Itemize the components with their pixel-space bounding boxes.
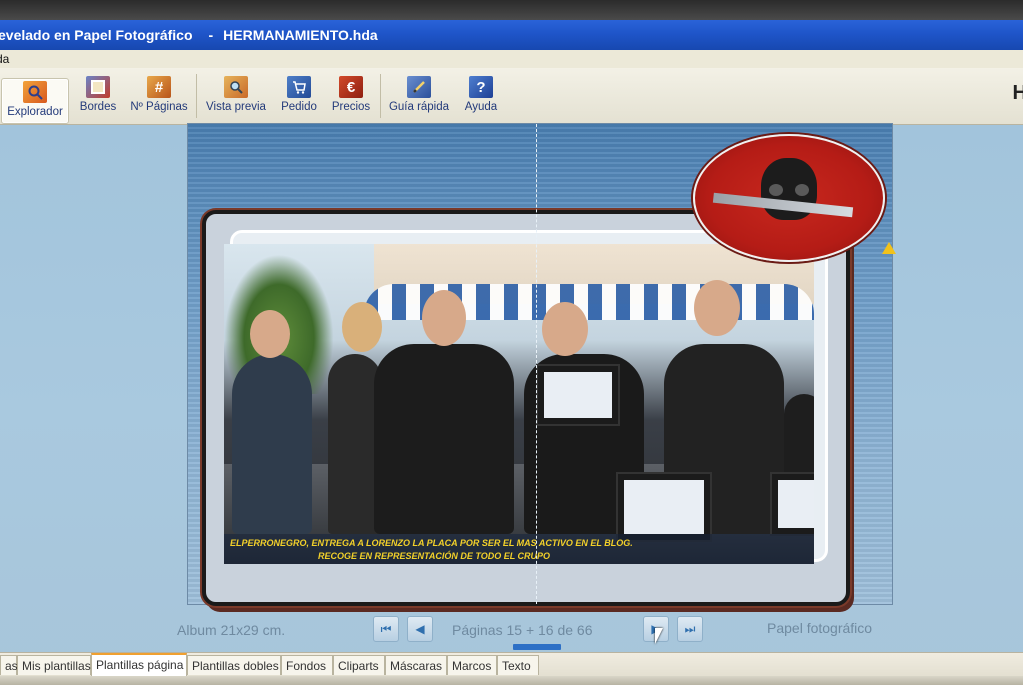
photo-person-head bbox=[422, 290, 466, 346]
panel-tabs: as Mis plantillas Plantillas página Plan… bbox=[0, 652, 1023, 677]
album-size-label: Album 21x29 cm. bbox=[177, 622, 286, 638]
page-count-icon: # bbox=[147, 76, 171, 98]
app-title: evelado en Papel Fotográfico bbox=[0, 27, 193, 43]
photo-person bbox=[232, 354, 312, 534]
page-count-label: Nº Páginas bbox=[130, 101, 188, 113]
prev-page-button[interactable]: ◀ bbox=[407, 616, 433, 642]
quick-guide-icon bbox=[407, 76, 431, 98]
document-title: HERMANAMIENTO.hda bbox=[223, 27, 378, 43]
help-icon: ? bbox=[469, 76, 493, 98]
prices-label: Precios bbox=[331, 101, 371, 113]
group-photo[interactable]: ELPERRONEGRO, ENTREGA A LORENZO LA PLACA… bbox=[224, 244, 814, 564]
toolbar-separator bbox=[380, 74, 381, 118]
title-bar[interactable]: evelado en Papel Fotográfico - HERMANAMI… bbox=[0, 20, 1023, 50]
photo-plaque bbox=[616, 472, 712, 542]
tab-cliparts[interactable]: Cliparts bbox=[333, 655, 385, 675]
tab-partial[interactable]: as bbox=[0, 655, 18, 675]
tab-marcos[interactable]: Marcos bbox=[447, 655, 497, 675]
last-page-button[interactable]: ⏭ bbox=[677, 616, 703, 642]
preview-button[interactable]: Vista previa bbox=[204, 76, 268, 122]
page-slider-thumb[interactable] bbox=[513, 644, 561, 650]
borders-label: Bordes bbox=[79, 101, 117, 113]
club-logo-skull[interactable] bbox=[693, 134, 885, 262]
tab-plantillas-dobles[interactable]: Plantillas dobles bbox=[187, 655, 281, 675]
spread-fold-line bbox=[536, 124, 537, 604]
page-navigation: Album 21x29 cm. ⏮ ◀ Páginas 15 + 16 de 6… bbox=[0, 612, 1023, 650]
explorer-icon bbox=[23, 81, 47, 103]
toolbar-right-truncated: H bbox=[1012, 82, 1023, 104]
borders-button[interactable]: Bordes bbox=[78, 76, 118, 122]
toolbar: Explorador Bordes # Nº Páginas Vista pre… bbox=[0, 68, 1023, 125]
caption-line-1: ELPERRONEGRO, ENTREGA A LORENZO LA PLACA… bbox=[230, 538, 633, 548]
toolbar-separator bbox=[196, 74, 197, 118]
photo-person bbox=[374, 344, 514, 534]
photo-person-head bbox=[342, 302, 382, 352]
tab-mascaras[interactable]: Máscaras bbox=[385, 655, 447, 675]
tab-fondos[interactable]: Fondos bbox=[281, 655, 333, 675]
photo-caption[interactable]: ELPERRONEGRO, ENTREGA A LORENZO LA PLACA… bbox=[224, 534, 814, 564]
order-icon bbox=[287, 76, 311, 98]
album-spread[interactable]: ELPERRONEGRO, ENTREGA A LORENZO LA PLACA… bbox=[188, 124, 896, 606]
caption-line-2: RECOGE EN REPRESENTACIÓN DE TODO EL CRUP… bbox=[318, 551, 551, 561]
order-label: Pedido bbox=[281, 101, 317, 113]
quick-guide-label: Guía rápida bbox=[388, 101, 450, 113]
borders-icon bbox=[86, 76, 110, 98]
paper-type-label: Papel fotográfico bbox=[767, 620, 873, 636]
photo-person-head bbox=[542, 302, 588, 356]
page-count-button[interactable]: # Nº Páginas bbox=[128, 76, 190, 122]
tab-plantillas-pagina[interactable]: Plantillas página bbox=[91, 653, 187, 676]
mouse-cursor bbox=[655, 628, 663, 644]
order-button[interactable]: Pedido bbox=[278, 76, 320, 122]
title-separator: - bbox=[208, 27, 214, 43]
photo-person-head bbox=[694, 280, 740, 336]
help-label: Ayuda bbox=[464, 101, 498, 113]
quick-guide-button[interactable]: Guía rápida bbox=[386, 76, 452, 122]
thumbnail-strip bbox=[0, 676, 1023, 685]
warning-icon bbox=[882, 242, 896, 254]
application-screen: evelado en Papel Fotográfico - HERMANAMI… bbox=[0, 0, 1023, 685]
preview-icon bbox=[224, 76, 248, 98]
prev-page-icon: ◀ bbox=[415, 622, 425, 636]
help-button[interactable]: ? Ayuda bbox=[460, 76, 502, 122]
prices-button[interactable]: € Precios bbox=[328, 76, 374, 122]
euro-icon: € bbox=[339, 76, 363, 98]
menu-bar: da bbox=[0, 50, 1023, 68]
photo-plaque bbox=[770, 472, 814, 536]
first-page-button[interactable]: ⏮ bbox=[373, 616, 399, 642]
photo-person-head bbox=[250, 310, 290, 358]
monitor-bezel bbox=[0, 0, 1023, 20]
photo-plaque bbox=[536, 364, 620, 426]
preview-label: Vista previa bbox=[206, 101, 266, 113]
tab-texto[interactable]: Texto bbox=[497, 655, 539, 675]
page-indicator: Páginas 15 + 16 de 66 bbox=[452, 622, 593, 638]
explorer-button[interactable]: Explorador bbox=[1, 78, 69, 124]
first-page-icon: ⏮ bbox=[380, 621, 392, 636]
last-page-icon: ⏭ bbox=[684, 621, 696, 636]
tab-mis-plantillas[interactable]: Mis plantillas bbox=[17, 655, 91, 675]
menu-item-partial[interactable]: da bbox=[0, 52, 9, 66]
explorer-label: Explorador bbox=[7, 106, 63, 118]
